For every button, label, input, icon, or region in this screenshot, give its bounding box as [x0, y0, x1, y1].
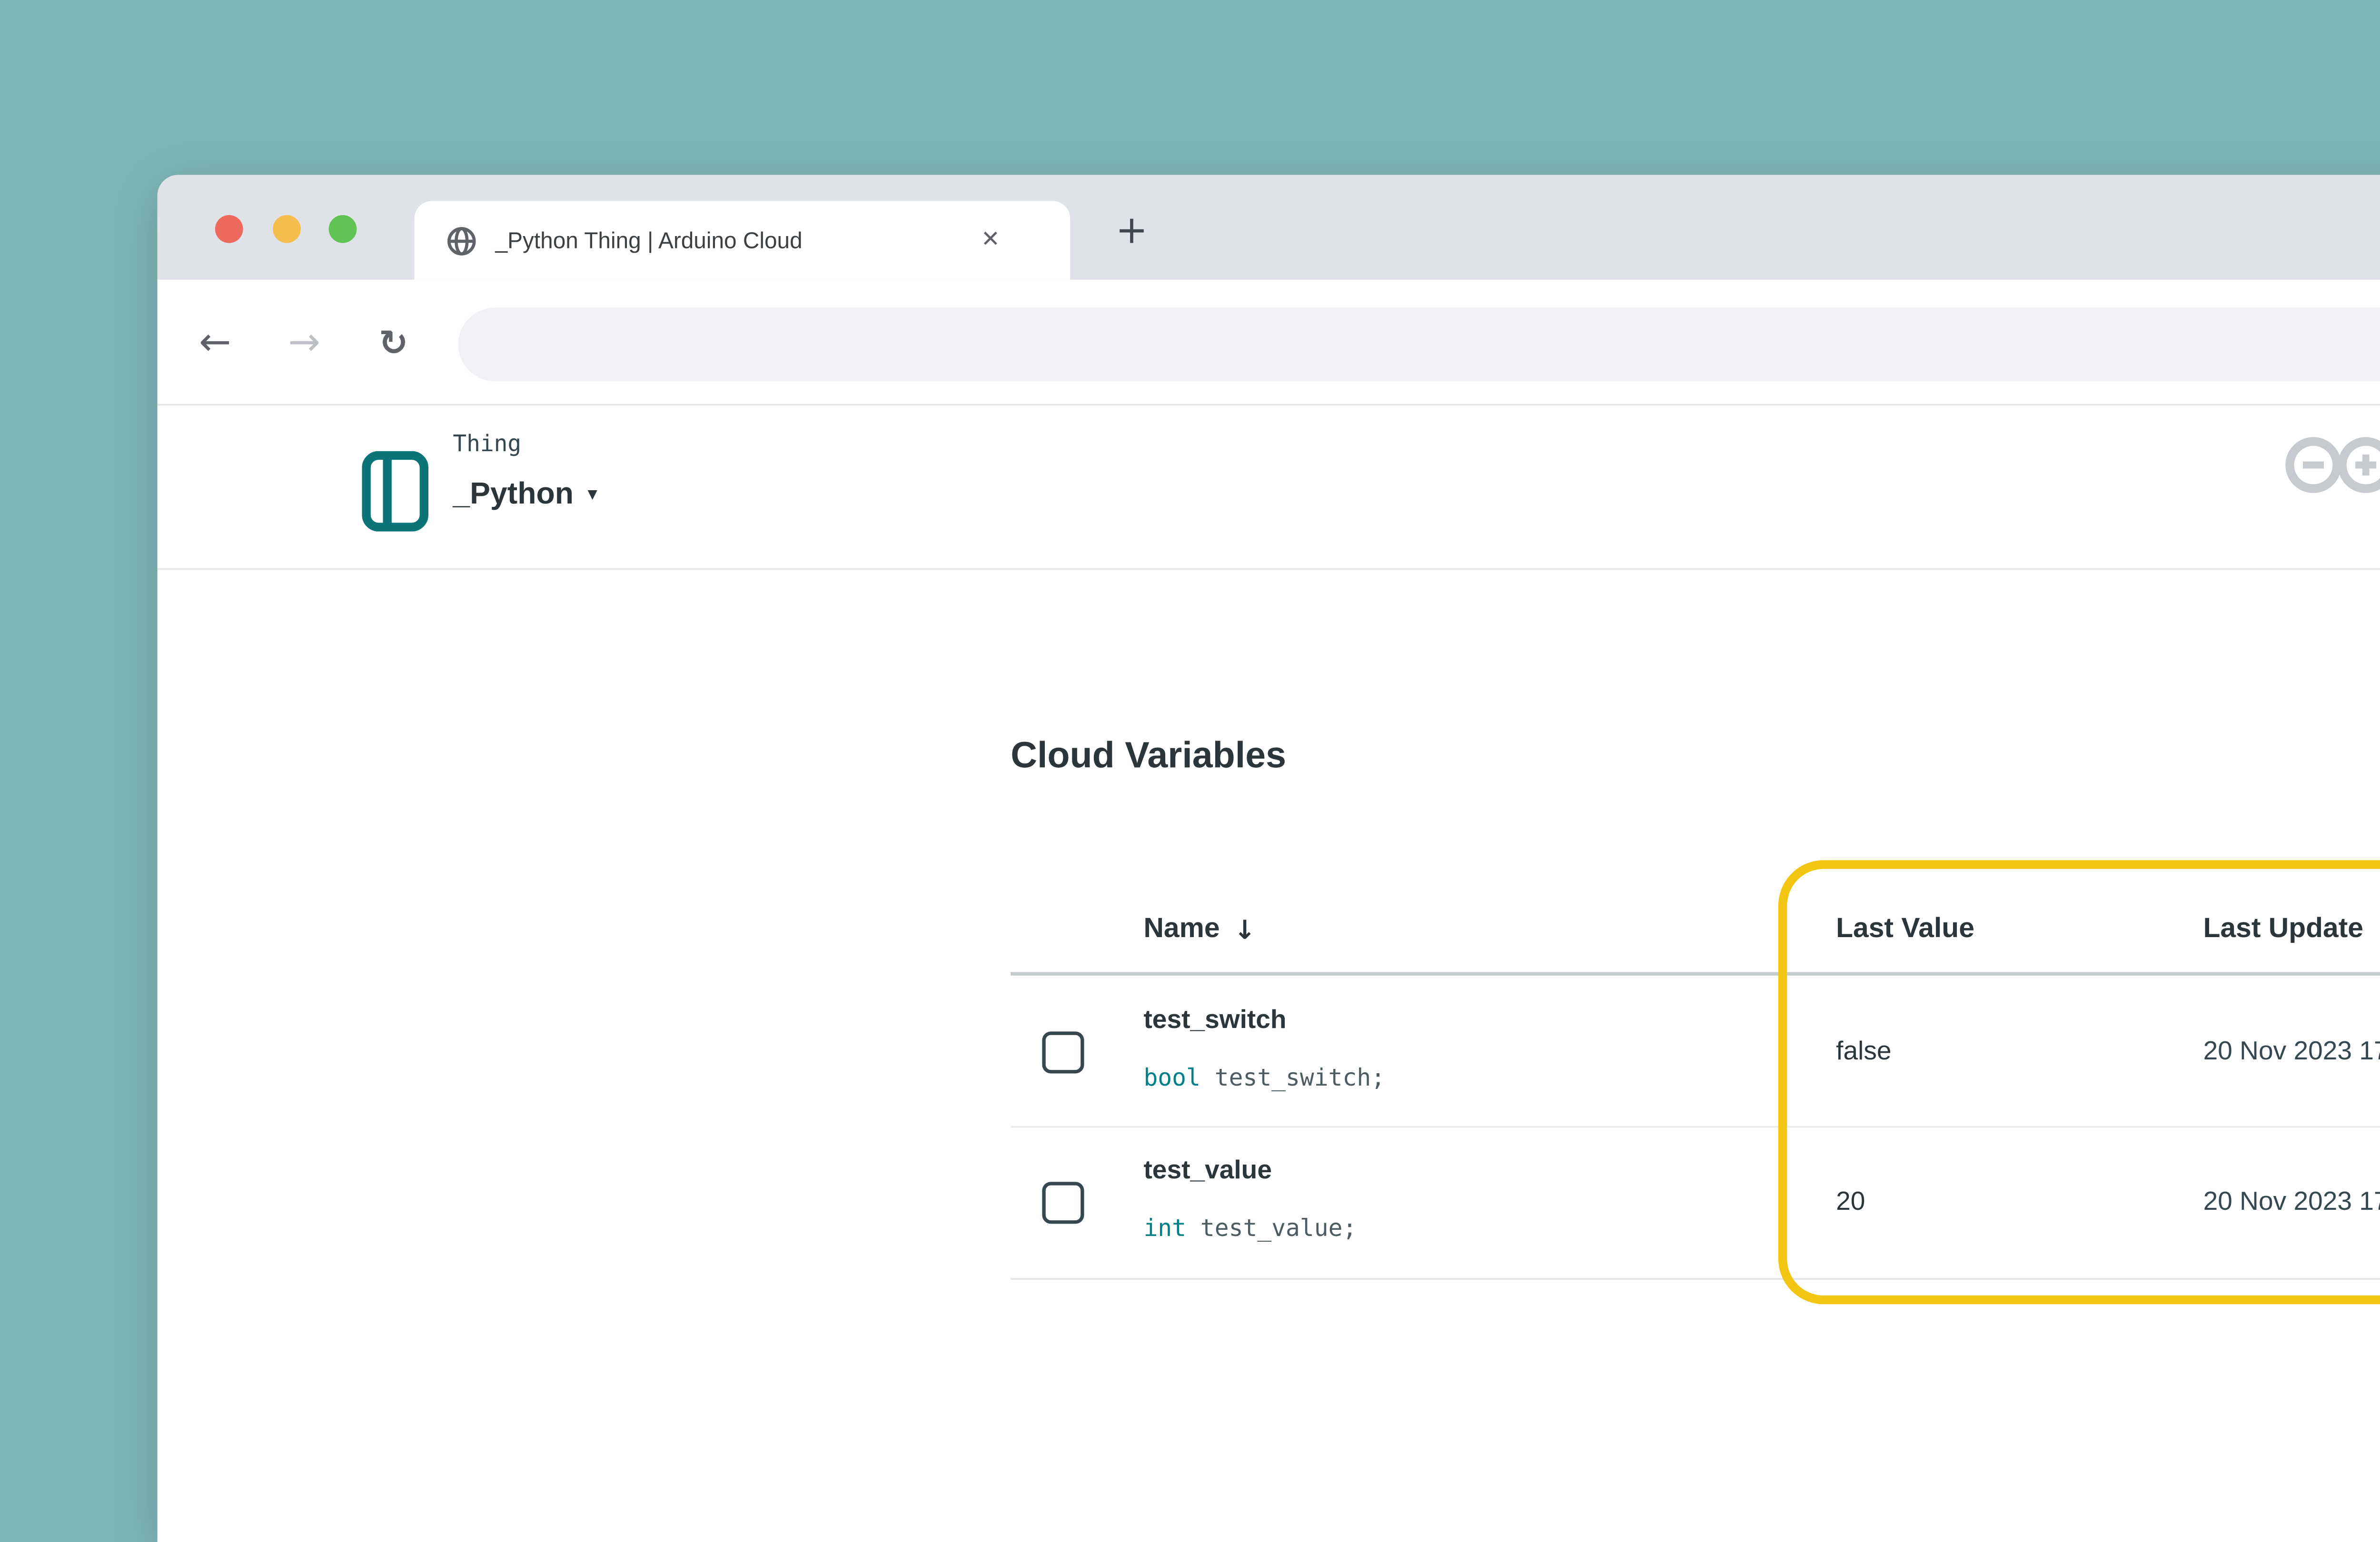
thing-eyebrow-label: Thing — [453, 432, 597, 458]
zoom-window-button[interactable] — [329, 215, 357, 243]
variable-name[interactable]: test_switch — [1143, 1005, 1286, 1035]
table-bottom-divider — [1011, 1278, 2380, 1280]
page-title: Cloud Variables — [1011, 736, 1286, 778]
last-value-cell: false — [1836, 1037, 1891, 1066]
column-header-name[interactable]: Name ↓ — [1143, 914, 1256, 946]
row-checkbox[interactable] — [1042, 1031, 1084, 1073]
back-icon[interactable]: ← — [180, 280, 250, 405]
declaration-rest: test_value; — [1186, 1215, 1357, 1243]
new-tab-button[interactable]: + — [1116, 213, 1148, 252]
column-header-last-value: Last Value — [1836, 914, 1974, 946]
thing-name: _Python — [453, 475, 574, 512]
row-checkbox[interactable] — [1042, 1182, 1084, 1224]
type-keyword: int — [1143, 1215, 1186, 1243]
close-tab-icon[interactable]: ✕ — [981, 227, 1000, 254]
sort-down-icon: ↓ — [1234, 914, 1256, 946]
reload-icon[interactable]: ↻ — [358, 280, 428, 405]
last-value-cell: 20 — [1836, 1187, 1865, 1216]
browser-window: _Python Thing | Arduino Cloud ✕ + ← → ↻ … — [158, 175, 2380, 1542]
arduino-logo-icon[interactable] — [2282, 432, 2380, 498]
desktop-background: _Python Thing | Arduino Cloud ✕ + ← → ↻ … — [0, 0, 2380, 1542]
thing-name-dropdown[interactable]: _Python ▾ — [453, 475, 597, 512]
table-row-divider — [1011, 1126, 2380, 1128]
last-update-cell: 20 Nov 2023 17:00:42 — [2203, 1187, 2380, 1216]
column-header-last-update: Last Update — [2203, 914, 2363, 946]
type-keyword: bool — [1143, 1065, 1200, 1093]
globe-icon — [446, 225, 477, 256]
variable-name[interactable]: test_value — [1143, 1156, 1272, 1185]
last-update-cell: 20 Nov 2023 17:00:48 — [2203, 1037, 2380, 1066]
browser-toolbar: ← → ↻ — [158, 280, 2380, 405]
tab-title: _Python Thing | Arduino Cloud — [495, 227, 967, 254]
forward-icon[interactable]: → — [269, 280, 339, 405]
table-header-divider — [1011, 972, 2380, 975]
tab-strip: _Python Thing | Arduino Cloud ✕ + — [158, 175, 2380, 279]
url-input[interactable] — [458, 308, 2380, 381]
close-window-button[interactable] — [215, 215, 243, 243]
chevron-down-icon: ▾ — [587, 483, 597, 505]
column-name-label: Name — [1143, 914, 1220, 946]
variable-declaration: int test_value; — [1143, 1215, 1357, 1243]
minimize-window-button[interactable] — [273, 215, 301, 243]
thing-title-block: Thing _Python ▾ — [453, 432, 597, 512]
declaration-rest: test_switch; — [1200, 1065, 1385, 1093]
sidebar-toggle-icon[interactable] — [362, 451, 428, 532]
thing-page-header: Thing _Python ▾ — [158, 405, 2380, 570]
variable-declaration: bool test_switch; — [1143, 1065, 1385, 1093]
browser-tab[interactable]: _Python Thing | Arduino Cloud ✕ — [415, 201, 1071, 279]
